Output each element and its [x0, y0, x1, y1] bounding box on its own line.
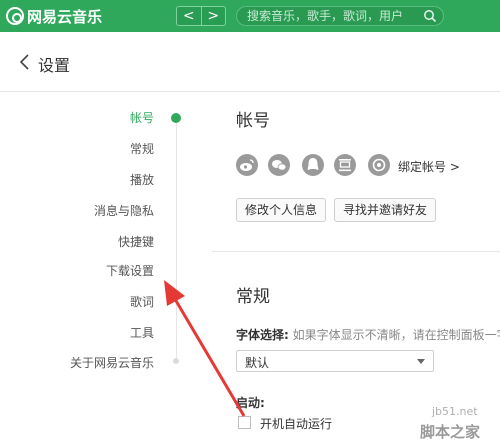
qq-icon[interactable]: [302, 154, 324, 176]
watermark-url: jb51.net: [432, 405, 478, 418]
font-hint: 如果字体显示不清晰，请在控制面板一字: [292, 328, 500, 342]
back-chevron-icon[interactable]: [18, 53, 32, 71]
app-logo[interactable]: 网易云音乐: [6, 6, 102, 26]
font-label: 字体选择:: [236, 328, 289, 342]
sidebar-item-download-settings[interactable]: 下载设置: [106, 262, 154, 279]
sidebar-item-about[interactable]: 关于网易云音乐: [70, 354, 154, 371]
account-section-title: 帐号: [236, 111, 270, 131]
sidebar-item-account[interactable]: 帐号: [130, 109, 154, 126]
section-divider: [212, 251, 500, 252]
app-name: 网易云音乐: [27, 7, 103, 26]
sidebar-item-lyrics[interactable]: 歌词: [130, 293, 154, 310]
sidebar-item-tools[interactable]: 工具: [130, 324, 154, 341]
general-section-title: 常规: [236, 287, 270, 307]
top-bar: 网易云音乐 < >: [0, 0, 500, 32]
font-select-value: 默认: [245, 356, 270, 370]
forward-nav-button[interactable]: >: [200, 7, 226, 25]
font-setting-row: 字体选择: 如果字体显示不清晰，请在控制面板一字: [236, 326, 500, 343]
bind-account-link[interactable]: 绑定帐号 >: [398, 158, 460, 175]
back-nav-button[interactable]: <: [177, 7, 201, 25]
history-nav: < >: [176, 6, 226, 26]
section-dot: [173, 358, 179, 364]
search-box[interactable]: [236, 6, 444, 26]
active-section-dot: [171, 113, 181, 123]
font-select[interactable]: 默认: [236, 350, 434, 372]
search-icon[interactable]: [423, 9, 437, 23]
sidebar-item-general[interactable]: 常规: [130, 140, 154, 157]
sidebar-track: [176, 116, 177, 362]
autostart-checkbox[interactable]: [238, 416, 251, 429]
edit-profile-button[interactable]: 修改个人信息: [236, 198, 327, 222]
sidebar-item-playback[interactable]: 播放: [130, 171, 154, 188]
autostart-label[interactable]: 开机自动运行: [260, 415, 332, 432]
watermark-text: 脚本之家: [420, 423, 481, 441]
settings-header: 设置: [0, 32, 500, 92]
sidebar-item-shortcuts[interactable]: 快捷键: [118, 233, 154, 250]
wechat-icon[interactable]: [268, 154, 290, 176]
search-input[interactable]: [247, 8, 422, 24]
netease-music-logo-icon: [6, 7, 24, 25]
find-friends-button[interactable]: 寻找并邀请好友: [334, 198, 437, 222]
netease-icon[interactable]: [368, 154, 390, 176]
startup-label: 启动:: [236, 396, 265, 410]
chevron-down-icon: [417, 359, 425, 364]
sidebar-item-messages-privacy[interactable]: 消息与隐私: [94, 202, 154, 219]
page-title: 设置: [38, 56, 71, 75]
weibo-icon[interactable]: [236, 154, 258, 176]
douban-icon[interactable]: [334, 154, 356, 176]
